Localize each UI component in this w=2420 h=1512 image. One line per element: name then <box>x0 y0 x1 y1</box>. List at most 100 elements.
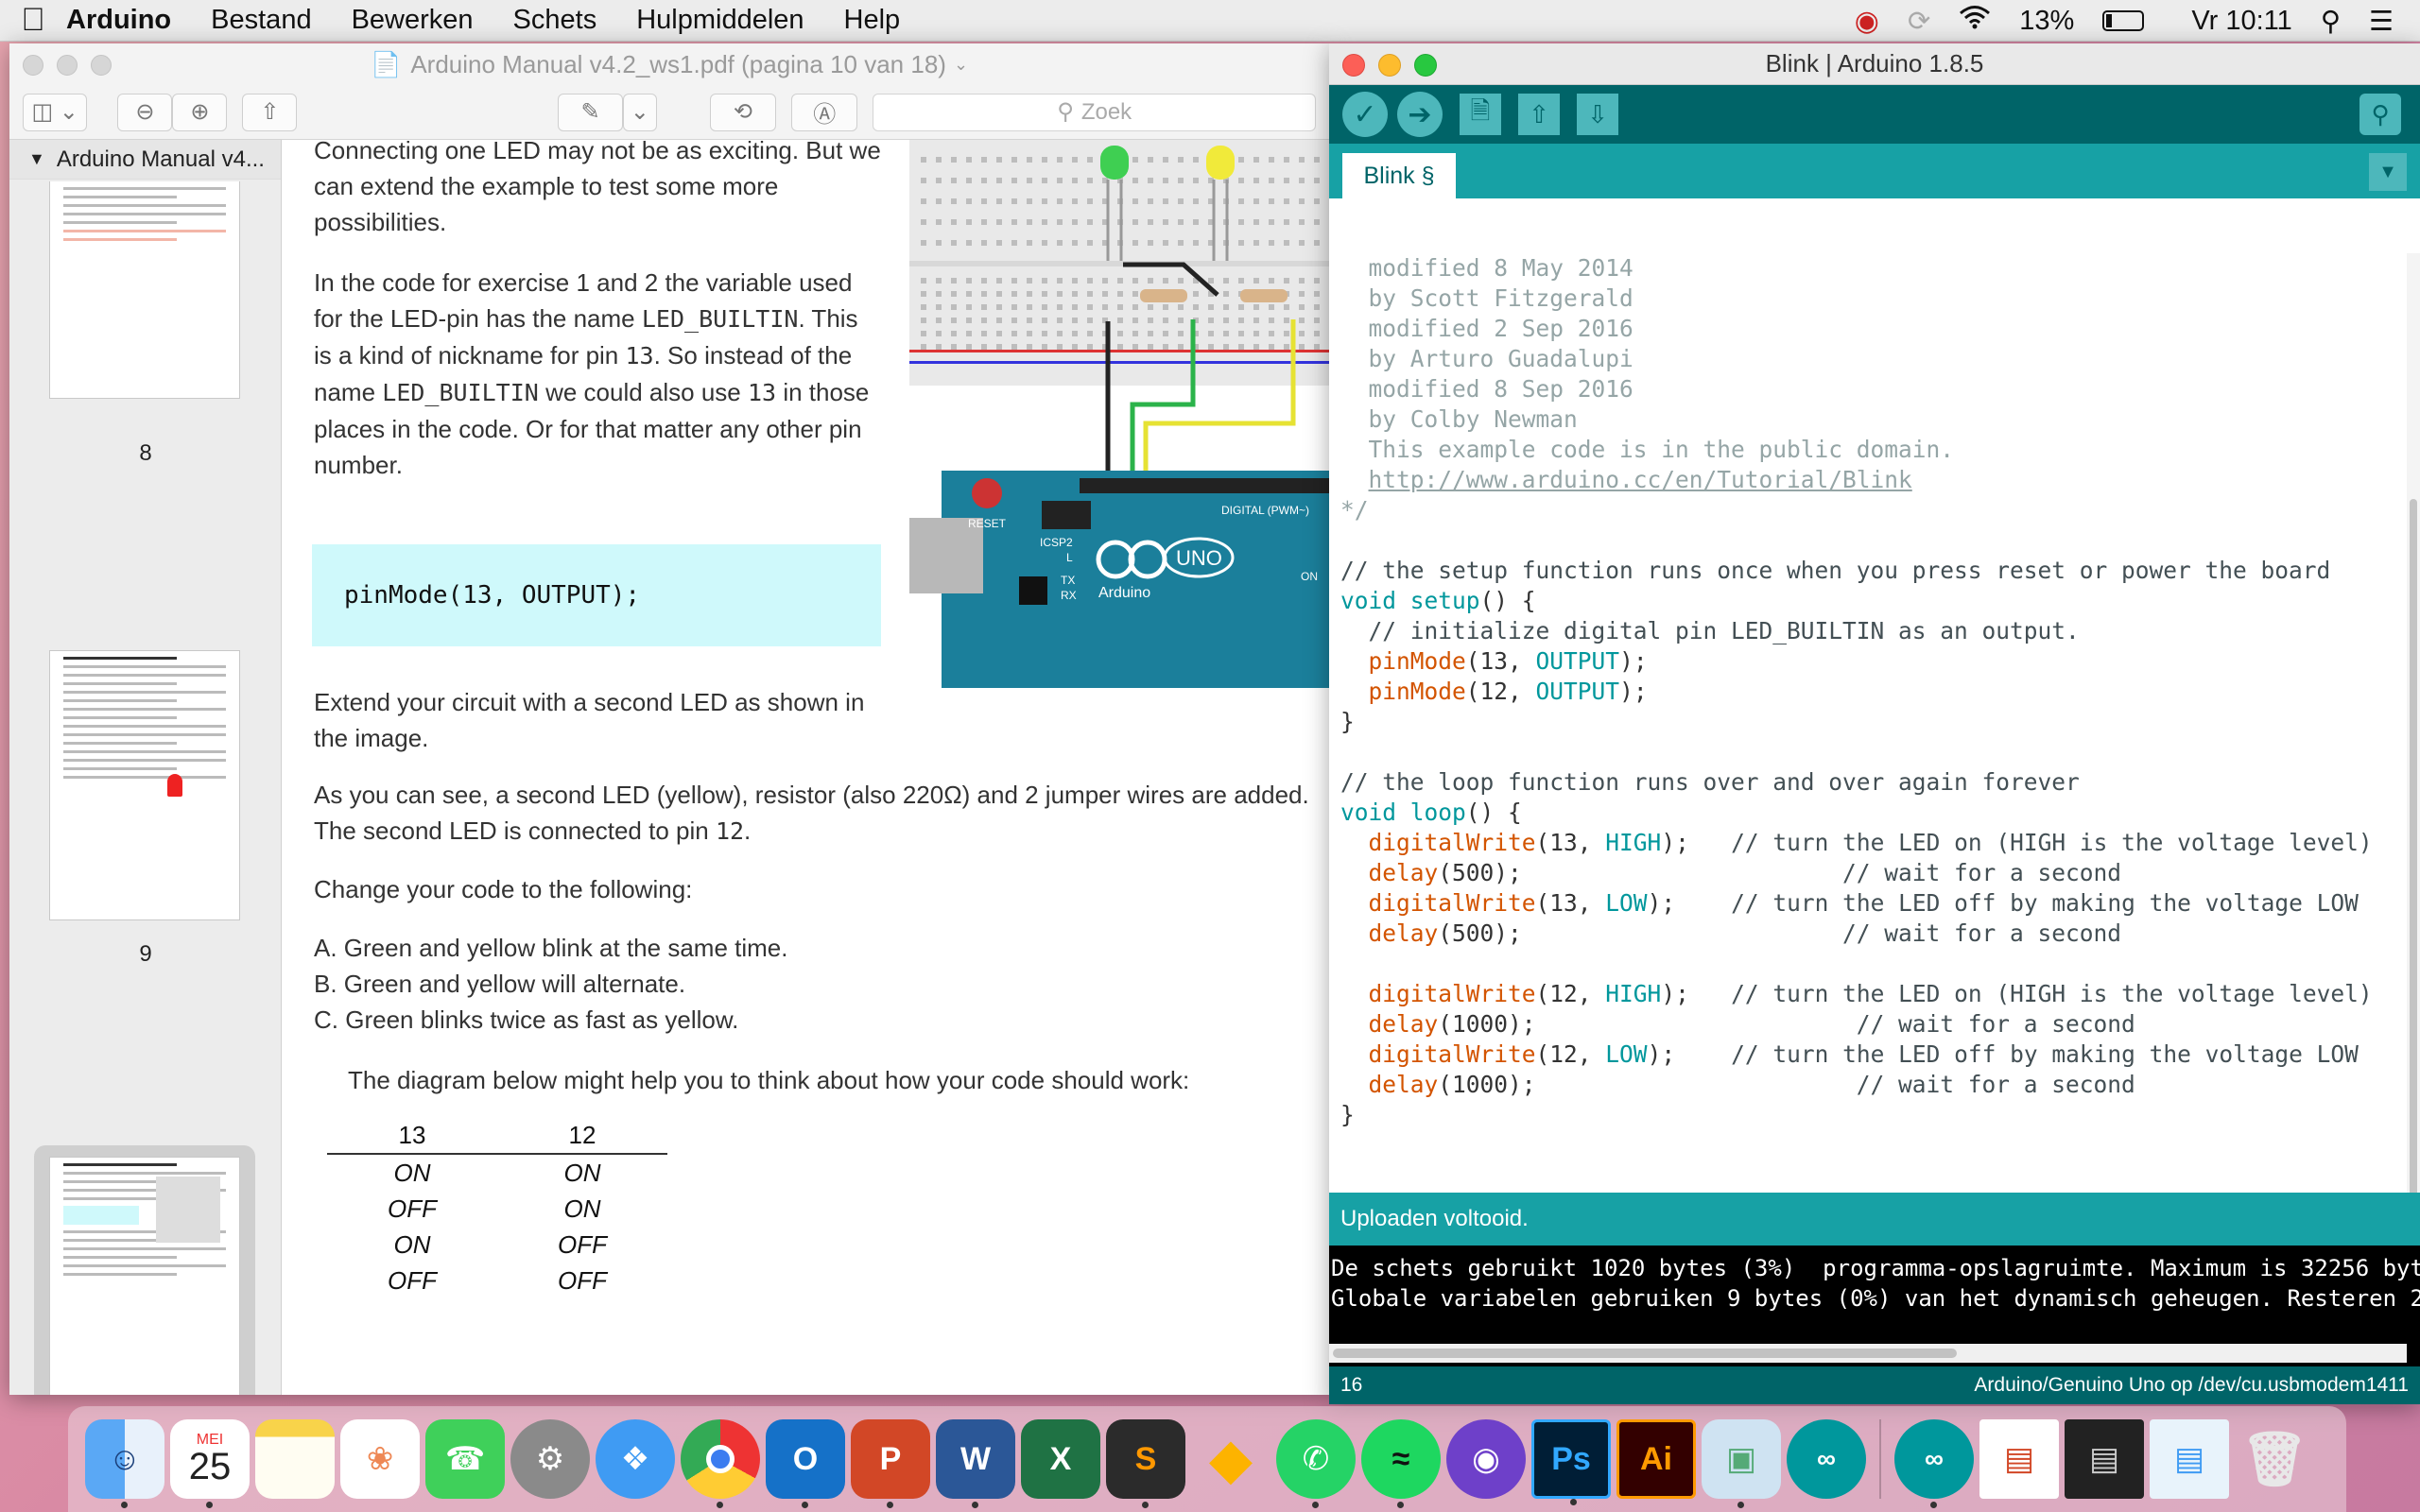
code-line: pinMode(13, OUTPUT); <box>1368 647 1648 675</box>
close-button[interactable] <box>23 55 43 76</box>
save-sketch-button[interactable]: ⇩ <box>1577 94 1618 135</box>
battery-icon[interactable] <box>2102 10 2145 31</box>
page-thumbnail-9[interactable] <box>49 650 240 920</box>
finder-window-icon[interactable]: ▤ <box>2150 1419 2229 1499</box>
battery-percent: 13% <box>2019 5 2075 36</box>
spotify-icon[interactable]: ≈ <box>1361 1419 1441 1508</box>
zoom-button[interactable] <box>1414 54 1437 77</box>
open-sketch-button[interactable]: ⇧ <box>1518 94 1560 135</box>
system-preferences-icon[interactable]: ⚙ <box>510 1419 590 1499</box>
chrome-icon[interactable] <box>681 1419 760 1508</box>
resistor <box>1140 289 1187 302</box>
zoom-out-button[interactable]: ⊖ <box>117 93 173 131</box>
word-icon[interactable]: W <box>936 1419 1015 1508</box>
tab-menu-button[interactable]: ▼ <box>2369 153 2407 191</box>
pdf-page-content: Connecting one LED may not be as excitin… <box>282 140 1329 1395</box>
menu-help[interactable]: Help <box>844 5 901 36</box>
new-sketch-button[interactable]: 🗎 <box>1460 94 1501 135</box>
preview-titlebar[interactable]: 📄 Arduino Manual v4.2_ws1.pdf (pagina 10… <box>9 43 1329 85</box>
page-thumbnail-10[interactable] <box>49 1157 240 1395</box>
outlook-icon[interactable]: O <box>766 1419 845 1508</box>
trash-icon[interactable]: 🗑 <box>2235 1419 2314 1499</box>
menu-bewerken[interactable]: Bewerken <box>352 5 474 36</box>
resistor <box>1240 289 1288 302</box>
code-link[interactable]: http://www.arduino.cc/en/Tutorial/Blink <box>1369 466 1912 493</box>
sync-icon[interactable]: ⟳ <box>1908 5 1930 38</box>
preview-title: Arduino Manual v4.2_ws1.pdf (pagina 10 v… <box>410 49 946 78</box>
table-header: 12 <box>497 1117 667 1155</box>
annotate-button[interactable]: Ⓐ <box>791 93 858 131</box>
editor-scrollbar[interactable] <box>2407 253 2420 1198</box>
code-line: This example code is in the public domai… <box>1340 436 1955 463</box>
code-line: void loop() { <box>1340 799 1522 826</box>
excel-icon[interactable]: X <box>1021 1419 1100 1499</box>
paragraph-intro: Connecting one LED may not be as excitin… <box>314 140 881 236</box>
photoshop-icon[interactable]: Ps <box>1531 1419 1611 1505</box>
minimize-button[interactable] <box>1378 54 1401 77</box>
tab-blink[interactable]: Blink § <box>1342 153 1456 198</box>
page-thumbnail-8[interactable] <box>49 181 240 399</box>
menu-bestand[interactable]: Bestand <box>211 5 311 36</box>
inline-code: 13 <box>625 342 654 369</box>
inline-code: LED_BUILTIN <box>641 305 799 333</box>
sidebar-document-row[interactable]: ▼ Arduino Manual v4... <box>9 140 281 180</box>
apple-icon[interactable]:  <box>0 2 66 39</box>
powerpoint-icon[interactable]: P <box>851 1419 930 1508</box>
markup-button[interactable]: ✎ <box>558 93 623 131</box>
code-example-box: pinMode(13, OUTPUT); <box>312 544 881 646</box>
green-led <box>1100 146 1129 180</box>
arduino-toolbar: ✓ ➔ 🗎 ⇧ ⇩ ⚲ <box>1329 85 2420 144</box>
spotlight-icon[interactable]: ⚲ <box>2321 5 2341 38</box>
code-line: modified 8 May 2014 <box>1340 254 1634 282</box>
safari-icon[interactable]: ❖ <box>596 1419 675 1499</box>
sublime-icon[interactable]: S <box>1106 1419 1185 1508</box>
code-line: modified 8 Sep 2016 <box>1340 375 1634 403</box>
sketch-icon[interactable]: ◆ <box>1191 1419 1270 1499</box>
notification-center-icon[interactable]: ☰ <box>2369 5 2394 38</box>
page-number-8: 8 <box>139 440 152 466</box>
sidebar-toggle-button[interactable]: ◫ ⌄ <box>23 93 88 131</box>
clock[interactable]: Vr 10:11 <box>2191 6 2291 37</box>
facetime-icon[interactable]: ☎ <box>425 1419 505 1499</box>
rotate-button[interactable]: ⟲ <box>709 93 777 131</box>
code-line: delay(500); // wait for a second <box>1368 919 2122 947</box>
close-button[interactable] <box>1342 54 1365 77</box>
code-line: } <box>1340 708 1355 735</box>
table-cell: ON <box>563 1194 601 1223</box>
disclosure-triangle-icon[interactable]: ▼ <box>28 149 45 169</box>
menu-schets[interactable]: Schets <box>513 5 597 36</box>
finder-icon[interactable]: ☺ <box>85 1419 164 1508</box>
minimize-button[interactable] <box>57 55 78 76</box>
new-file-icon: 🗎 <box>1470 96 1491 125</box>
terminal-icon[interactable]: ▤ <box>2065 1419 2144 1499</box>
preview-icon[interactable]: ▣ <box>1702 1419 1781 1508</box>
arduino-running-icon[interactable]: ∞ <box>1894 1419 1974 1508</box>
illustrator-icon[interactable]: Ai <box>1616 1419 1696 1499</box>
search-field[interactable]: ⚲ Zoek <box>873 93 1316 131</box>
arduino-icon[interactable]: ∞ <box>1787 1419 1866 1499</box>
page-number-9: 9 <box>139 941 152 967</box>
table-row: ON OFF <box>327 1227 667 1263</box>
share-button[interactable]: ⇧ <box>242 93 298 131</box>
chevron-down-icon[interactable]: ⌄ <box>954 55 968 75</box>
calendar-icon[interactable]: MEI 25 <box>170 1419 250 1508</box>
photos-icon[interactable]: ❀ <box>340 1419 420 1499</box>
markup-dropdown-button[interactable]: ⌄ <box>622 93 657 131</box>
menu-hulpmiddelen[interactable]: Hulpmiddelen <box>636 5 804 36</box>
zoom-in-button[interactable]: ⊕ <box>172 93 228 131</box>
upload-button[interactable]: ➔ <box>1397 92 1443 137</box>
document-icon[interactable]: ▤ <box>1979 1419 2059 1499</box>
arduino-titlebar[interactable]: Blink | Arduino 1.8.5 <box>1329 43 2420 85</box>
zoom-button[interactable] <box>91 55 112 76</box>
whatsapp-icon[interactable]: ✆ <box>1276 1419 1356 1508</box>
verify-button[interactable]: ✓ <box>1342 92 1388 137</box>
serial-monitor-button[interactable]: ⚲ <box>2360 94 2401 135</box>
wifi-icon[interactable] <box>1959 5 1991 37</box>
menu-app-name[interactable]: Arduino <box>66 5 171 36</box>
console-horizontal-scrollbar[interactable] <box>1329 1344 2407 1363</box>
creative-cloud-icon[interactable]: ◉ <box>1855 5 1879 38</box>
notes-icon[interactable] <box>255 1419 335 1499</box>
github-icon[interactable]: ◉ <box>1446 1419 1526 1499</box>
board-brand: Arduino <box>1098 585 1150 601</box>
code-editor[interactable]: modified 8 May 2014 by Scott Fitzgerald … <box>1329 253 2407 1198</box>
